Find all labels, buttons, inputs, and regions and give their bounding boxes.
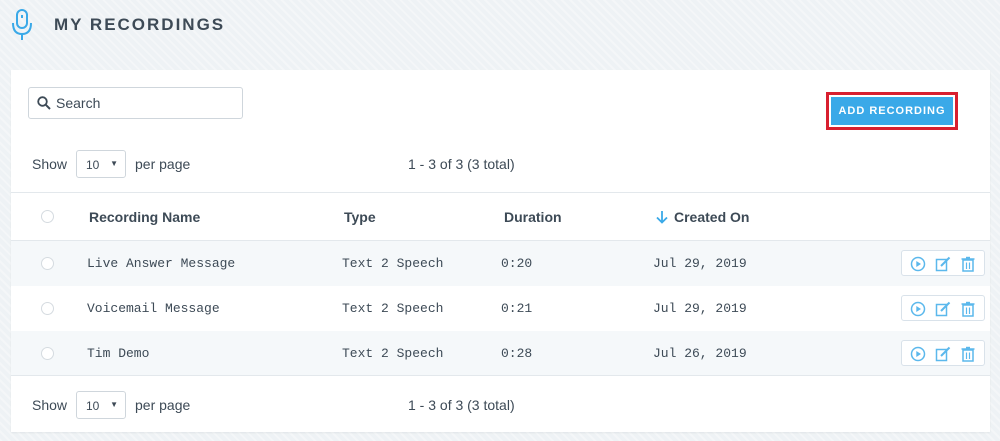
page-title: MY RECORDINGS [54,15,226,34]
select-all-radio[interactable] [41,210,54,223]
row-select-radio[interactable] [41,257,54,270]
per-page-value: 10 [86,158,100,172]
per-page-select[interactable]: 10 ▼ [76,150,126,178]
search-box[interactable] [28,87,243,119]
table-row: Voicemail Message Text 2 Speech 0:21 Jul… [11,286,990,331]
row-actions [901,250,985,276]
recording-name: Live Answer Message [87,256,236,271]
column-header-name[interactable]: Recording Name [89,209,200,225]
microphone-icon [12,9,32,40]
show-label: Show [32,156,68,172]
table-row: Live Answer Message Text 2 Speech 0:20 J… [11,241,990,286]
column-header-duration[interactable]: Duration [504,209,562,225]
pagination-bottom: Show 10 ▼ per page 1 - 3 of 3 (3 total) [11,389,990,421]
recording-duration: 0:28 [501,346,533,361]
edit-icon[interactable] [935,346,951,362]
page-header: MY RECORDINGS [0,0,1000,50]
pagination-range: 1 - 3 of 3 (3 total) [408,156,515,172]
trash-icon[interactable] [960,346,976,362]
per-page-label: per page [135,156,191,172]
column-header-created-on[interactable]: Created On [674,209,749,225]
play-icon[interactable] [910,301,926,317]
caret-down-icon: ▼ [110,400,118,409]
search-icon [37,96,51,110]
row-actions [901,295,985,321]
table-header: Recording Name Type Duration Created On [11,192,990,241]
show-label: Show [32,397,68,413]
per-page-label: per page [135,397,191,413]
recording-name: Tim Demo [87,346,150,361]
edit-icon[interactable] [935,256,951,272]
per-page-select[interactable]: 10 ▼ [76,391,126,419]
row-select-radio[interactable] [41,347,54,360]
recording-duration: 0:20 [501,256,533,271]
row-actions [901,340,985,366]
caret-down-icon: ▼ [110,159,118,168]
row-select-radio[interactable] [41,302,54,315]
edit-icon[interactable] [935,301,951,317]
recording-duration: 0:21 [501,301,533,316]
add-recording-highlight: ADD RECORDING [826,92,958,130]
play-icon[interactable] [910,346,926,362]
trash-icon[interactable] [960,301,976,317]
table-row: Tim Demo Text 2 Speech 0:28 Jul 26, 2019 [11,331,990,376]
recording-name: Voicemail Message [87,301,220,316]
play-icon[interactable] [910,256,926,272]
recording-type: Text 2 Speech [342,346,444,361]
per-page-value: 10 [86,399,100,413]
recording-created-on: Jul 29, 2019 [653,301,747,316]
column-header-type[interactable]: Type [344,209,376,225]
recording-type: Text 2 Speech [342,256,444,271]
recordings-card: ADD RECORDING Show 10 ▼ per page 1 - 3 o… [11,70,990,432]
pagination-range: 1 - 3 of 3 (3 total) [408,397,515,413]
pagination-top: Show 10 ▼ per page 1 - 3 of 3 (3 total) [11,148,990,180]
add-recording-button[interactable]: ADD RECORDING [831,97,953,125]
recordings-list: Live Answer Message Text 2 Speech 0:20 J… [11,241,990,376]
trash-icon[interactable] [960,256,976,272]
recording-created-on: Jul 29, 2019 [653,256,747,271]
search-input[interactable] [56,92,238,114]
recording-created-on: Jul 26, 2019 [653,346,747,361]
recording-type: Text 2 Speech [342,301,444,316]
sort-arrow-down-icon[interactable] [655,210,669,224]
